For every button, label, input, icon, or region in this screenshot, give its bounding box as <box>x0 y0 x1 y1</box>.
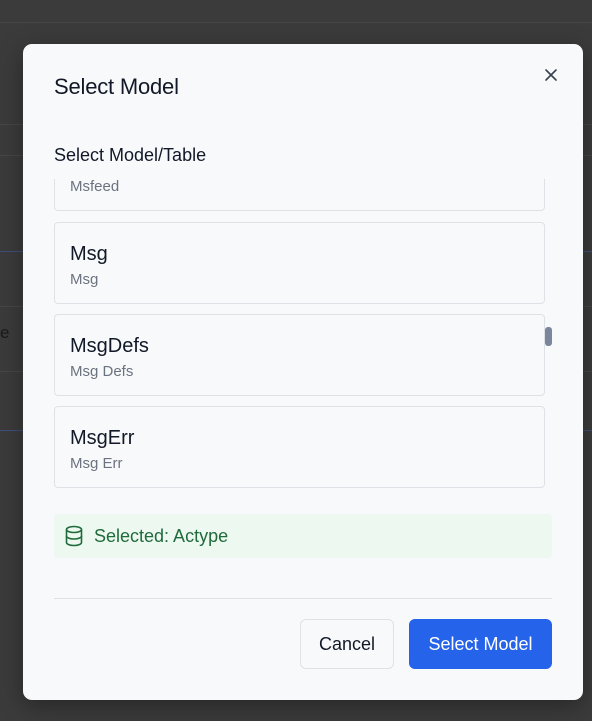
model-name: Msg <box>70 243 108 265</box>
model-name: MsgErr <box>70 427 135 449</box>
model-description: Msfeed <box>70 179 120 195</box>
model-name: MsgDefs <box>70 335 149 357</box>
model-description: Msg Err <box>70 455 123 472</box>
background-divider <box>0 22 592 23</box>
model-item-msg[interactable]: Msg Msg <box>54 222 545 304</box>
model-item-msgdefs[interactable]: MsgDefs Msg Defs <box>54 314 545 396</box>
cancel-button[interactable]: Cancel <box>300 619 394 669</box>
model-item-msgerr[interactable]: MsgErr Msg Err <box>54 406 545 488</box>
model-list[interactable]: Msfeed Msg Msg MsgDefs Msg Defs MsgErr M… <box>54 179 553 499</box>
background-text: e <box>0 323 10 342</box>
model-description: Msg <box>70 271 99 288</box>
database-icon <box>65 525 83 547</box>
scrollbar-thumb[interactable] <box>545 327 552 346</box>
selected-model-text: Selected: Actype <box>94 526 229 546</box>
select-model-button[interactable]: Select Model <box>409 619 552 669</box>
model-description: Msg Defs <box>70 363 134 380</box>
close-icon <box>545 69 557 81</box>
selected-model-banner: Selected: Actype <box>54 514 552 558</box>
footer-divider <box>54 598 552 599</box>
section-label: Select Model/Table <box>54 145 207 165</box>
model-item-msfeed[interactable]: Msfeed <box>54 179 545 211</box>
select-model-dialog: Select Model Select Model/Table Msfeed M… <box>23 44 583 700</box>
close-button[interactable] <box>541 65 561 85</box>
dialog-title: Select Model <box>54 74 179 99</box>
